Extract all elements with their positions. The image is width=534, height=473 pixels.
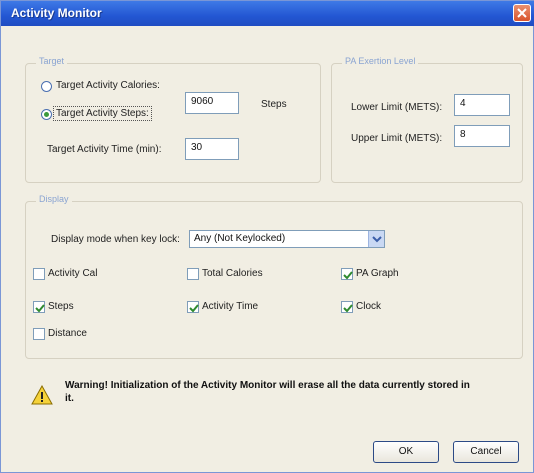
chevron-down-icon <box>372 236 382 243</box>
lower-limit-input[interactable]: 4 <box>454 94 510 116</box>
display-mode-select[interactable]: Any (Not Keylocked) <box>189 230 385 248</box>
pa-graph-checkbox[interactable] <box>341 268 353 280</box>
steps-checkbox[interactable] <box>33 301 45 313</box>
display-mode-value: Any (Not Keylocked) <box>194 233 286 244</box>
activity-cal-label: Activity Cal <box>48 268 98 279</box>
lower-limit-label: Lower Limit (METS): <box>351 102 443 113</box>
check-icon <box>343 304 353 313</box>
ok-button[interactable]: OK <box>373 441 439 463</box>
target-time-label: Target Activity Time (min): <box>47 144 162 155</box>
steps-label: Steps <box>48 301 74 312</box>
close-icon <box>517 8 527 18</box>
title-bar[interactable]: Activity Monitor <box>1 1 534 26</box>
target-legend: Target <box>36 56 68 66</box>
clock-checkbox[interactable] <box>341 301 353 313</box>
upper-limit-input[interactable]: 8 <box>454 125 510 147</box>
display-mode-label: Display mode when key lock: <box>51 234 180 245</box>
warning-icon <box>31 385 53 405</box>
activity-time-checkbox[interactable] <box>187 301 199 313</box>
clock-label: Clock <box>356 301 382 312</box>
distance-checkbox[interactable] <box>33 328 45 340</box>
check-icon <box>343 271 353 280</box>
steps-unit-label: Steps <box>261 99 287 110</box>
pa-exertion-group: PA Exertion Level <box>331 56 523 183</box>
target-steps-label: Target Activity Steps: <box>53 106 152 121</box>
display-group: Display <box>25 194 523 359</box>
pa-graph-label: PA Graph <box>356 268 399 279</box>
check-icon <box>35 304 45 313</box>
total-calories-checkbox[interactable] <box>187 268 199 280</box>
distance-label: Distance <box>48 328 87 339</box>
window-title: Activity Monitor <box>11 6 102 20</box>
cancel-button[interactable]: Cancel <box>453 441 519 463</box>
target-calories-label: Target Activity Calories: <box>56 80 160 91</box>
upper-limit-label: Upper Limit (METS): <box>351 133 443 144</box>
warning-line-1: Warning! Initialization of the Activity … <box>65 380 470 391</box>
close-button[interactable] <box>513 4 531 22</box>
dropdown-arrow[interactable] <box>368 231 384 247</box>
warning-line-2: it. <box>65 393 74 404</box>
total-calories-label: Total Calories <box>202 268 263 279</box>
target-calories-radio[interactable] <box>41 81 52 92</box>
activity-monitor-dialog: Activity Monitor Target Target Activity … <box>0 0 534 473</box>
warning-message: Warning! Initialization of the Activity … <box>65 379 529 405</box>
check-icon <box>189 304 199 313</box>
activity-cal-checkbox[interactable] <box>33 268 45 280</box>
target-steps-input[interactable]: 9060 <box>185 92 239 114</box>
display-legend: Display <box>36 194 72 204</box>
activity-time-label: Activity Time <box>202 301 259 312</box>
target-time-input[interactable]: 30 <box>185 138 239 160</box>
pa-exertion-legend: PA Exertion Level <box>342 56 419 66</box>
target-steps-radio[interactable] <box>41 109 52 120</box>
